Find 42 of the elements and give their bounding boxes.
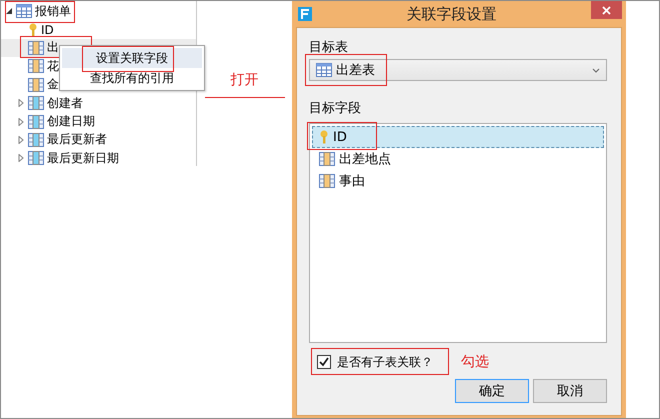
tree-item[interactable]: 花 — [47, 58, 59, 75]
menu-item[interactable]: 查找所有的引用 — [62, 68, 202, 88]
chevron-down-icon — [592, 68, 600, 72]
tree-item[interactable]: 最后更新日期 — [47, 150, 119, 167]
checkbox-label: 是否有子表关联？ — [337, 354, 433, 370]
close-button[interactable] — [591, 1, 622, 19]
tree-item[interactable]: 创建日期 — [47, 113, 95, 130]
key-icon — [319, 130, 329, 144]
column-icon — [319, 152, 335, 166]
column-icon — [28, 151, 44, 166]
column-icon — [28, 78, 44, 92]
column-icon — [28, 96, 44, 110]
window-title: 关联字段设置 — [406, 4, 498, 24]
field-label: 目标表 — [309, 39, 349, 56]
column-icon — [28, 132, 44, 147]
menu-item[interactable]: 设置关联字段 — [62, 48, 202, 68]
app-icon — [298, 7, 312, 21]
tree-item[interactable]: 金 — [47, 76, 59, 94]
column-icon — [319, 174, 335, 188]
tree-item[interactable]: ID — [41, 22, 54, 37]
annotation-box — [307, 122, 377, 150]
annotation-text: 打开 — [230, 71, 258, 89]
dialog-button[interactable]: 确定 — [455, 379, 529, 403]
key-icon — [28, 22, 38, 37]
list-item[interactable]: 出差地点 — [312, 148, 604, 170]
tree-item[interactable]: 创建者 — [47, 94, 83, 112]
checkbox[interactable] — [317, 355, 331, 369]
close-icon — [602, 6, 611, 14]
annotation-text: 勾选 — [461, 353, 489, 371]
list-item[interactable]: 事由 — [312, 170, 604, 192]
table-dropdown[interactable]: 出差表 — [309, 59, 607, 81]
tree-item[interactable]: 出 — [47, 39, 59, 56]
annotation-box — [5, 1, 75, 23]
expander-icon[interactable] — [5, 7, 13, 16]
field-label: 目标字段 — [309, 100, 362, 117]
table-icon — [316, 63, 332, 77]
table-icon — [16, 4, 32, 18]
dialog-button[interactable]: 取消 — [533, 379, 607, 403]
column-icon — [28, 114, 44, 129]
tree-item[interactable]: 报销单 — [35, 2, 71, 20]
column-icon — [28, 59, 44, 74]
tree-item[interactable]: 最后更新者 — [47, 131, 107, 148]
